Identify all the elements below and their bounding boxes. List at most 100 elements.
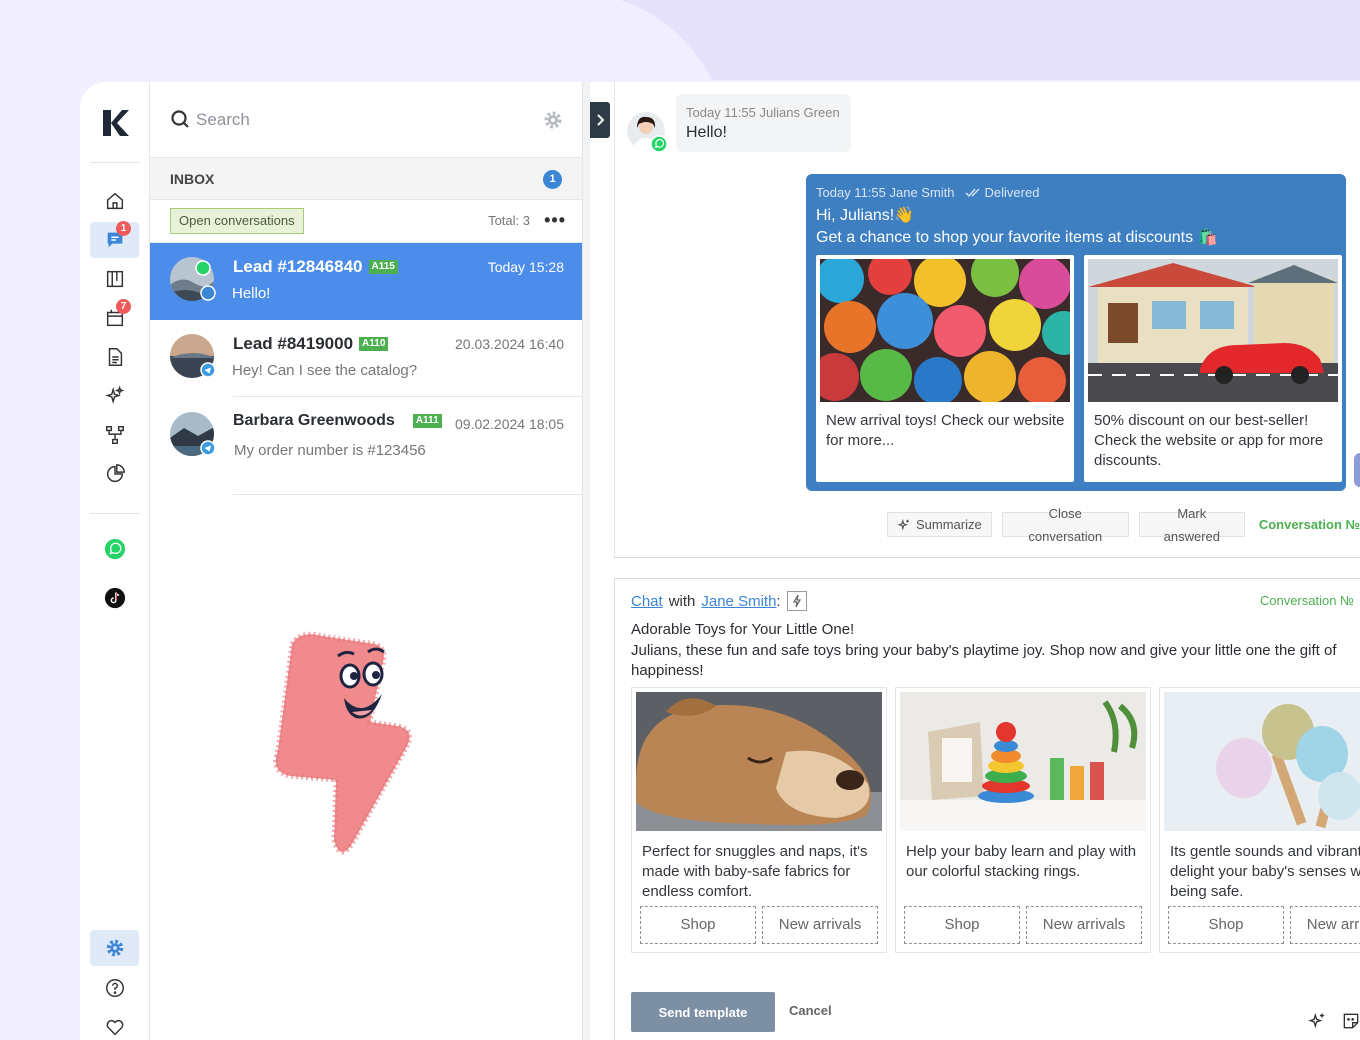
panel-divider[interactable]	[582, 82, 590, 1040]
chats-badge: 1	[116, 221, 131, 236]
contact-avatar	[170, 412, 216, 456]
card-text: Help your baby learn and play with our c…	[906, 843, 1137, 880]
message-meta: Today 11:55 Julians Green	[686, 105, 840, 120]
new-arrivals-button[interactable]: New arrivals	[1290, 906, 1360, 944]
nav-flows[interactable]	[90, 417, 139, 453]
scroll-indicator[interactable]	[1354, 453, 1360, 487]
kanban-icon	[106, 270, 123, 288]
nav-favorites[interactable]	[90, 1009, 139, 1040]
conversation-list: INBOX 1 Open conversations Total: 3 ••• …	[150, 82, 582, 1040]
rail-divider	[90, 162, 140, 163]
shop-button[interactable]: Shop	[640, 906, 756, 944]
conversation-number-link[interactable]: Conversation №	[1259, 517, 1360, 532]
document-icon	[108, 348, 122, 366]
shop-button[interactable]: Shop	[904, 906, 1020, 944]
chat-link[interactable]: Chat	[631, 593, 663, 610]
new-arrivals-button[interactable]: New arrivals	[1026, 906, 1142, 944]
quick-reply-button[interactable]	[786, 591, 807, 611]
message-line: Hi, Julians!👋	[816, 207, 915, 224]
template-card: Help your baby learn and play with our c…	[895, 687, 1151, 953]
search-input[interactable]	[196, 106, 496, 134]
whatsapp-icon	[104, 538, 125, 560]
close-conversation-button[interactable]: Close conversation	[1001, 506, 1129, 544]
conversation-actions: Summarize Close conversation Mark answer…	[887, 506, 1360, 544]
open-conversations-filter[interactable]: Open conversations	[170, 208, 304, 234]
nav-help[interactable]	[90, 970, 139, 1006]
chat-with-header: Chat with Jane Smith :	[631, 591, 807, 611]
app-window: 1 7 Search INBOX 1 Open conversations To…	[80, 82, 1360, 1040]
whatsapp-icon	[195, 260, 211, 276]
cancel-button[interactable]: Cancel	[789, 1003, 832, 1018]
product-card[interactable]: 50% discount on our best-seller! Check t…	[1084, 255, 1342, 482]
conversation-name: Barbara Greenwoods	[233, 412, 395, 429]
nav-reports[interactable]	[90, 456, 139, 492]
nav-settings[interactable]	[90, 930, 139, 966]
nav-calendar[interactable]: 7	[90, 299, 139, 336]
settings-gear-icon[interactable]	[542, 109, 564, 131]
nav-ai[interactable]	[90, 378, 139, 414]
template-body: Julians, these fun and safe toys bring y…	[631, 642, 1337, 679]
conversation-time: 20.03.2024 16:40	[455, 336, 564, 352]
new-arrivals-button[interactable]: New arrivals	[762, 906, 878, 944]
conversation-name: Lead #12846840	[233, 257, 363, 276]
more-options-icon[interactable]: •••	[544, 210, 566, 231]
conversation-item[interactable]: Barbara Greenwoods A111 09.02.2024 18:05…	[150, 398, 582, 495]
workflow-icon	[105, 426, 124, 444]
inbox-header[interactable]: INBOX 1	[150, 158, 582, 200]
nav-home[interactable]	[90, 183, 139, 219]
rail-divider	[90, 513, 140, 514]
maracas-image	[1164, 692, 1360, 831]
outgoing-message: Today 11:55 Jane Smith Delivered Hi, Jul…	[806, 174, 1346, 491]
conversation-preview: My order number is #123456	[234, 442, 426, 459]
nav-whatsapp[interactable]	[90, 531, 139, 567]
summarize-button[interactable]: Summarize	[887, 512, 992, 537]
conversation-time: Today 15:28	[487, 259, 564, 275]
calendar-badge: 7	[116, 299, 131, 314]
collapse-toggle[interactable]	[590, 102, 610, 138]
gear-icon	[106, 939, 123, 957]
row-divider	[233, 494, 582, 495]
double-check-icon	[965, 188, 980, 197]
filter-row: Open conversations Total: 3 •••	[150, 200, 582, 243]
home-icon	[106, 192, 123, 210]
conversation-item[interactable]: Lead #12846840 A115 Today 15:28 Hello!	[150, 243, 582, 320]
conversation-preview: Hey! Can I see the catalog?	[232, 362, 418, 379]
mark-answered-button[interactable]: Mark answered	[1138, 506, 1245, 544]
nav-pipeline[interactable]	[90, 261, 139, 297]
inbox-title: INBOX	[170, 171, 215, 187]
send-template-button[interactable]: Send template	[631, 992, 775, 1032]
stacking-rings-image	[900, 692, 1146, 831]
pie-chart-icon	[106, 464, 125, 483]
nav-documents[interactable]	[90, 339, 139, 375]
sticker-icon[interactable]	[1341, 1011, 1360, 1031]
conversation-item[interactable]: Lead #8419000 A110 20.03.2024 16:40 Hey!…	[150, 320, 582, 397]
template-card: Perfect for snuggles and naps, it's made…	[631, 687, 887, 953]
message-meta: Today 11:55 Jane Smith Delivered	[816, 185, 1039, 200]
incoming-message: Today 11:55 Julians Green Hello!	[676, 94, 851, 152]
card-text: New arrival toys! Check our website for …	[826, 412, 1065, 449]
conversation-preview: Hello!	[232, 285, 271, 302]
message-line: Get a chance to shop your favorite items…	[816, 229, 1218, 246]
search-bar	[150, 82, 582, 158]
nav-tiktok[interactable]	[90, 580, 139, 616]
row-divider	[233, 396, 582, 397]
customer-avatar	[627, 112, 667, 152]
help-icon	[105, 979, 124, 997]
conversation-tag: A110	[359, 337, 389, 351]
product-card[interactable]: New arrival toys! Check our website for …	[816, 255, 1074, 482]
chat-bubble-icon	[200, 285, 216, 301]
toy-balls-image	[820, 259, 1070, 402]
ai-sparkles-icon[interactable]	[1307, 1011, 1327, 1031]
shop-button[interactable]: Shop	[1168, 906, 1284, 944]
message-sender-time: Today 11:55 Jane Smith	[816, 185, 955, 200]
nav-rail: 1 7	[80, 82, 150, 1040]
toy-house-image	[1088, 259, 1338, 402]
conversation-time: 09.02.2024 18:05	[455, 416, 564, 432]
sparkles-icon	[104, 385, 124, 405]
mascot-illustration	[273, 631, 413, 855]
sparkles-icon	[897, 518, 909, 531]
user-link[interactable]: Jane Smith	[701, 593, 776, 610]
nav-chats[interactable]: 1	[90, 221, 139, 258]
message-text: Hello!	[686, 124, 727, 141]
conversation-title: Lead #12846840 A115	[233, 257, 398, 277]
